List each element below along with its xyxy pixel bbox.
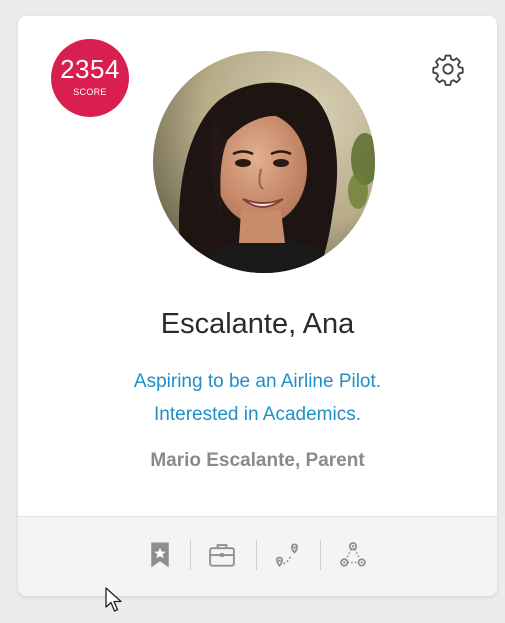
tagline-line-1: Aspiring to be an Airline Pilot. [133, 371, 382, 392]
bookmark-icon[interactable] [145, 540, 175, 570]
route-icon[interactable] [272, 540, 302, 570]
gear-icon[interactable] [431, 52, 465, 86]
briefcase-icon[interactable] [207, 540, 237, 570]
parent-name: Mario Escalante, Parent [150, 450, 365, 471]
card-footer [18, 516, 497, 596]
student-name: Escalante, Ana [160, 308, 355, 340]
mouse-cursor-icon [105, 587, 122, 612]
score-label: SCORE [73, 87, 107, 97]
score-badge: 2354 SCORE [51, 39, 129, 117]
score-value: 2354 [60, 54, 120, 84]
avatar [153, 51, 375, 273]
footer-separator [320, 540, 321, 570]
footer-separator [190, 540, 191, 570]
avatar-photo [153, 51, 375, 273]
footer-separator [256, 540, 257, 570]
profile-card: 2354 SCORE Escalante, Ana Aspiring to be… [18, 16, 497, 596]
tagline-line-2: Interested in Academics. [154, 404, 361, 425]
network-icon[interactable] [338, 540, 368, 570]
